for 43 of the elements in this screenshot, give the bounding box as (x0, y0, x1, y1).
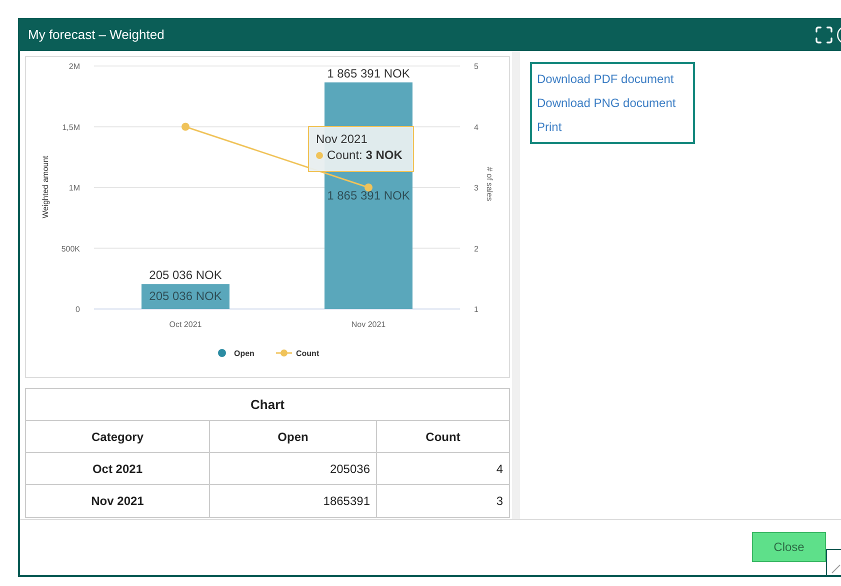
legend-dot-icon (218, 349, 226, 357)
menu-item[interactable]: Download PNG document (532, 91, 693, 115)
close-button[interactable]: Close (752, 532, 826, 562)
y-axis-tick: 1,5M (62, 122, 80, 132)
resize-handle-icon[interactable] (826, 549, 841, 575)
bar-value-label: 205 036 NOK (149, 268, 222, 282)
y-axis-tick: 0 (76, 305, 80, 314)
legend-label[interactable]: Count (296, 349, 320, 358)
legend-line-icon (276, 350, 292, 356)
tooltip-title: Nov 2021 (316, 131, 368, 147)
tooltip-text: Count: 3 NOK (327, 147, 402, 163)
count-point (364, 184, 372, 192)
bar-value-label: 1 865 391 NOK (327, 188, 410, 202)
table-title: Chart (26, 389, 509, 421)
y-axis-tick: 1M (68, 184, 80, 192)
column-header: Category (90, 428, 144, 446)
count-point (182, 122, 190, 131)
y-axis-tick: 3 (474, 184, 478, 192)
y-axis-title: # of sales (485, 166, 494, 202)
y-axis-tick: 1 (474, 305, 478, 314)
table-cell: 3 (376, 485, 509, 517)
bar-value-label: 1 865 391 NOK (327, 66, 410, 80)
maximize-icon[interactable] (814, 24, 834, 44)
x-axis-label: Oct 2021 (169, 320, 202, 329)
table-cell-text: Oct 2021 (91, 461, 144, 478)
table-cell-text: Nov 2021 (90, 493, 145, 510)
table-cell: 1865391 (209, 485, 376, 517)
y-axis-tick: 2M (68, 62, 80, 71)
menu-item[interactable]: Download PDF document (532, 67, 693, 91)
table-cell: 4 (376, 453, 509, 484)
legend-label[interactable]: Open (234, 349, 254, 358)
column-header: Count (376, 421, 509, 452)
window-title: My forecast – Weighted (28, 26, 166, 44)
y-axis-tick: 5 (474, 62, 478, 71)
table-cell: 205036 (209, 453, 376, 484)
y-axis-title: Weighted amount (41, 156, 50, 218)
y-axis-tick: 2 (474, 244, 478, 254)
y-axis-tick: 4 (474, 122, 478, 132)
menu-item[interactable]: Print (532, 115, 693, 139)
bar-value-label: 205 036 NOK (149, 289, 222, 304)
column-header: Open (209, 421, 376, 452)
x-axis-label: Nov 2021 (351, 320, 386, 329)
y-axis-tick: 500K (61, 244, 80, 254)
